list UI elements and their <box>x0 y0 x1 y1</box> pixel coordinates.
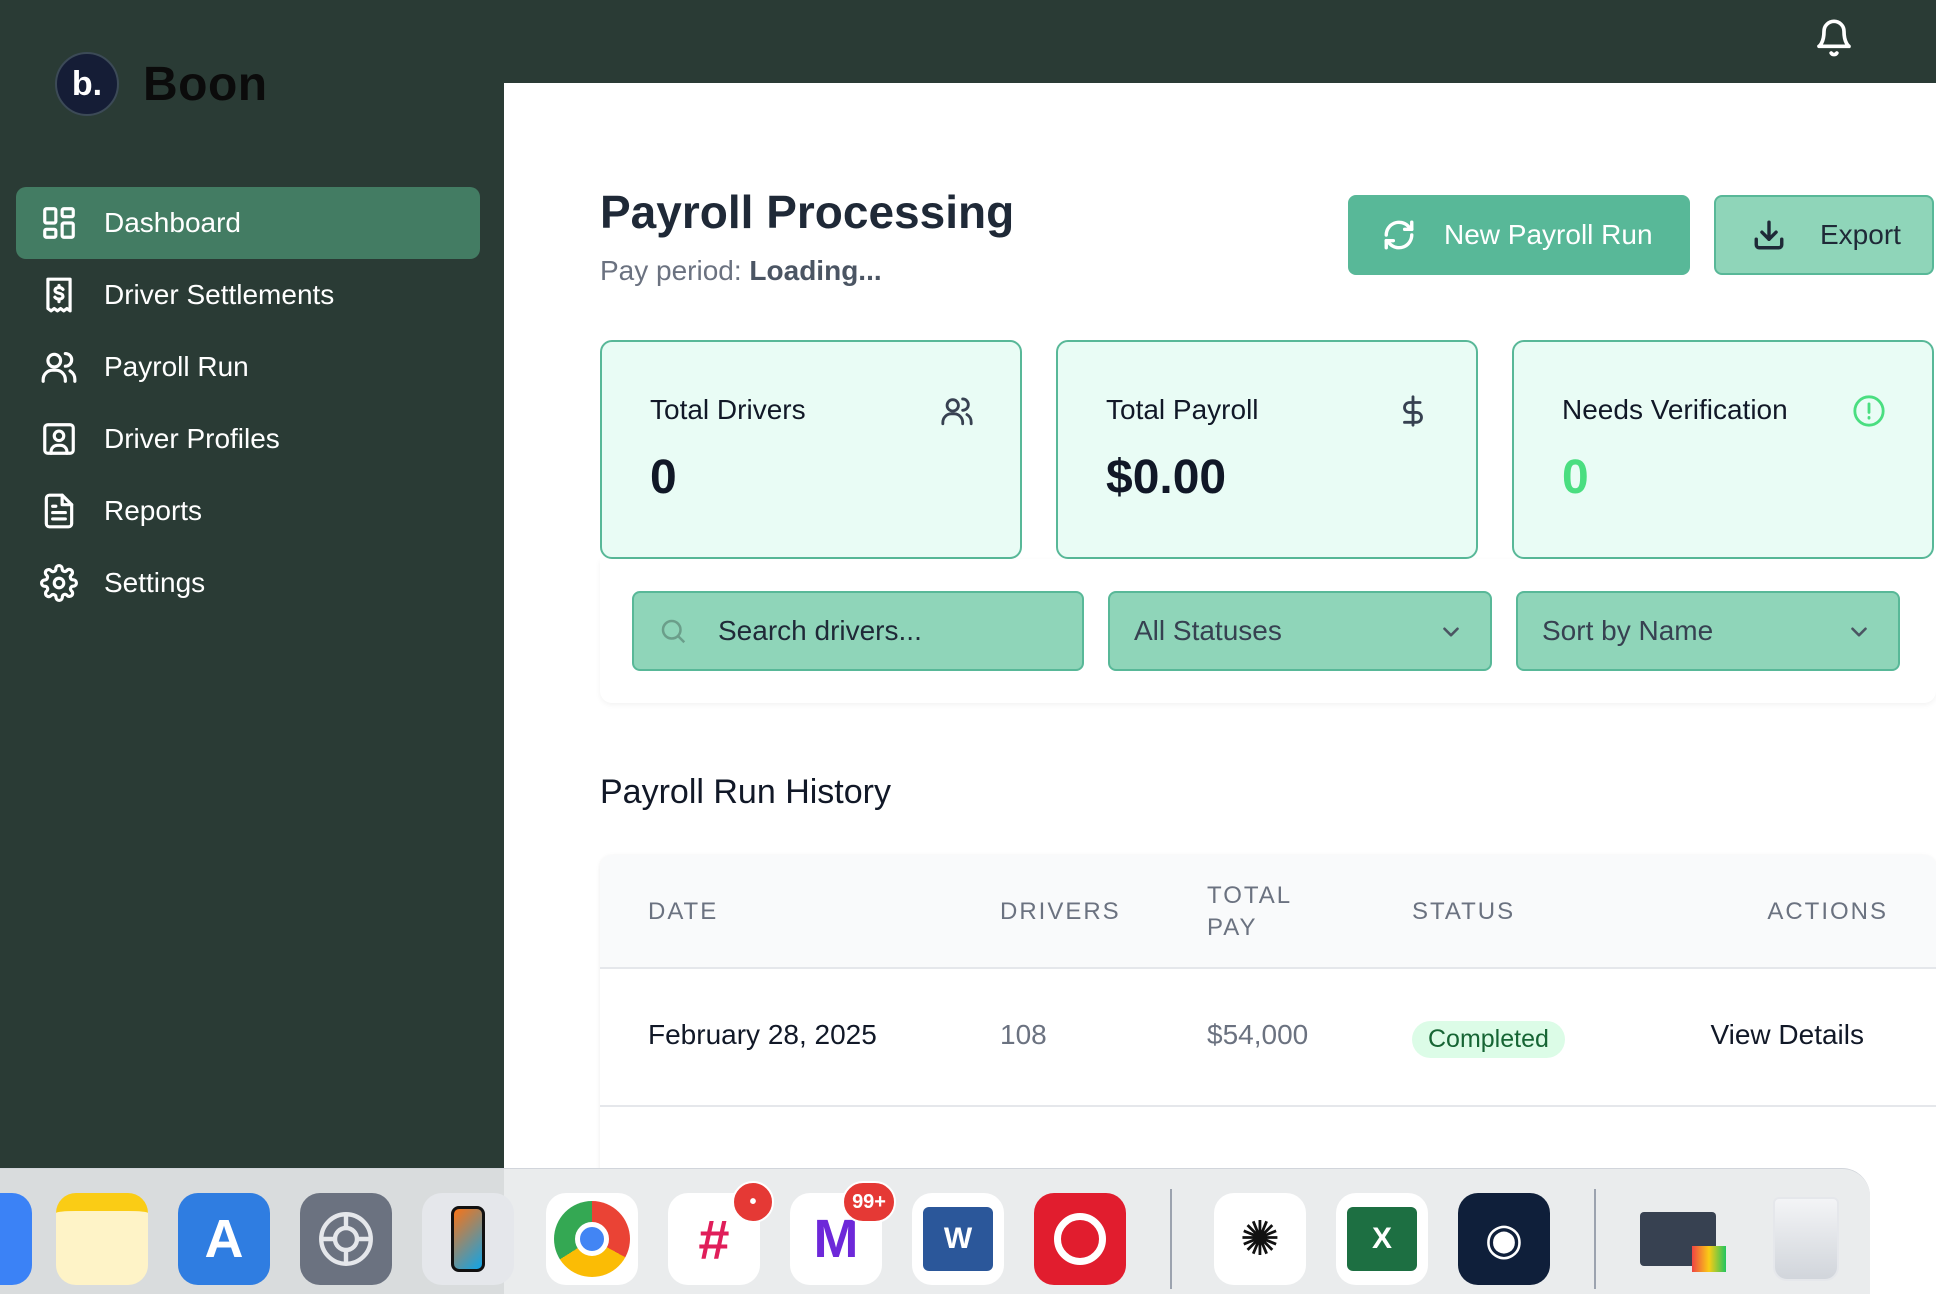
download-icon <box>1752 218 1820 252</box>
word-icon[interactable]: W <box>912 1193 1004 1285</box>
new-payroll-run-button[interactable]: New Payroll Run <box>1348 195 1690 275</box>
chevron-down-icon <box>1443 627 1459 637</box>
page-title: Payroll Processing <box>600 186 1015 238</box>
column-header-drivers: DRIVERS <box>1000 898 1121 925</box>
owl-app-icon[interactable]: ◉ <box>1458 1193 1550 1285</box>
dollar-icon <box>1396 394 1430 428</box>
table-header: DATE DRIVERS TOTAL PAY STATUS ACTIONS <box>600 855 1936 969</box>
sidebar-item-label: Driver Settlements <box>104 279 335 310</box>
brand[interactable]: b. Boon <box>55 52 268 116</box>
row-date: February 28, 2025 <box>648 1019 877 1050</box>
row-drivers: 108 <box>1000 1019 1047 1050</box>
sidebar-item-payroll-run[interactable]: Payroll Run <box>16 331 480 403</box>
card-label: Total Drivers <box>650 394 806 425</box>
total-payroll-card: Total Payroll $0.00 <box>1056 340 1478 559</box>
profile-card-icon <box>40 420 78 458</box>
chevron-down-icon <box>1851 627 1867 637</box>
dock-separator <box>1170 1189 1172 1289</box>
sidebar-item-label: Driver Profiles <box>104 423 280 454</box>
grid-icon <box>40 204 78 242</box>
export-label: Export <box>1820 219 1901 250</box>
table-row: February 28, 2025 108 $54,000 Completed … <box>600 969 1936 1107</box>
notes-icon[interactable] <box>56 1193 148 1285</box>
row-total-pay: $54,000 <box>1207 1019 1309 1050</box>
new-payroll-run-label: New Payroll Run <box>1444 219 1653 250</box>
mail-icon[interactable]: M 99+ <box>790 1181 896 1285</box>
sidebar-item-label: Dashboard <box>104 207 241 238</box>
bell-icon[interactable] <box>1814 18 1854 58</box>
partial-app-icon[interactable] <box>0 1193 32 1285</box>
section-title: Payroll Run History <box>600 773 891 811</box>
card-value: 0 <box>1562 451 1589 504</box>
sidebar-nav: Dashboard Driver Settlements Payroll Run… <box>16 187 480 619</box>
chrome-icon[interactable] <box>546 1193 638 1285</box>
pay-period-value: Loading... <box>749 255 882 286</box>
record-icon[interactable] <box>1034 1193 1126 1285</box>
status-badge: Completed <box>1412 1021 1565 1058</box>
sidebar: b. Boon Dashboard Driver Settlements Pay… <box>0 0 504 1294</box>
notification-badge: • <box>732 1181 774 1223</box>
filter-panel: Search drivers... All Statuses Sort by N… <box>600 559 1936 703</box>
sidebar-item-label: Settings <box>104 567 206 598</box>
column-header-date: DATE <box>648 898 719 925</box>
view-details-link[interactable]: View Details <box>1710 1019 1864 1051</box>
alert-circle-icon <box>1852 394 1886 428</box>
needs-verification-card: Needs Verification 0 <box>1512 340 1934 559</box>
refresh-icon <box>1382 218 1444 252</box>
sidebar-item-label: Payroll Run <box>104 351 249 382</box>
column-header-total-pay-line2: PAY <box>1207 914 1258 941</box>
pay-period: Pay period: Loading... <box>600 255 882 287</box>
brand-name: Boon <box>143 57 268 111</box>
top-bar <box>504 0 1936 83</box>
sidebar-item-driver-profiles[interactable]: Driver Profiles <box>16 403 480 475</box>
export-button[interactable]: Export <box>1714 195 1934 275</box>
sidebar-item-label: Reports <box>104 495 203 526</box>
card-label: Needs Verification <box>1562 394 1788 425</box>
sidebar-item-reports[interactable]: Reports <box>16 475 480 547</box>
column-header-status: STATUS <box>1412 898 1516 925</box>
column-header-total-pay: TOTAL PAY <box>1207 880 1292 944</box>
card-value: 0 <box>650 451 677 504</box>
sidebar-item-driver-settlements[interactable]: Driver Settlements <box>16 259 480 331</box>
users-icon <box>940 394 974 428</box>
search-input[interactable]: Search drivers... <box>632 591 1084 671</box>
trash-icon[interactable] <box>1760 1193 1852 1285</box>
notification-badge: 99+ <box>842 1181 896 1223</box>
sort-select[interactable]: Sort by Name <box>1516 591 1900 671</box>
sort-value: Sort by Name <box>1542 615 1714 646</box>
pdf-tool-icon[interactable] <box>1632 1193 1726 1285</box>
chatgpt-icon[interactable]: ✺ <box>1214 1193 1306 1285</box>
column-header-total-pay-line1: TOTAL <box>1207 882 1293 909</box>
users-icon <box>40 348 78 386</box>
sidebar-item-dashboard[interactable]: Dashboard <box>16 187 480 259</box>
excel-icon[interactable]: X <box>1336 1193 1428 1285</box>
gear-icon <box>40 564 78 602</box>
app-store-icon[interactable]: A <box>178 1193 270 1285</box>
pay-period-label: Pay period: <box>600 255 742 286</box>
brand-logo: b. <box>55 52 119 116</box>
total-drivers-card: Total Drivers 0 <box>600 340 1022 559</box>
document-icon <box>40 492 78 530</box>
status-filter-value: All Statuses <box>1134 615 1282 646</box>
receipt-dollar-icon <box>40 276 78 314</box>
search-placeholder: Search drivers... <box>718 615 922 646</box>
slack-icon[interactable]: # • <box>668 1181 774 1285</box>
dock-separator <box>1594 1189 1596 1289</box>
card-value: $0.00 <box>1106 451 1227 504</box>
iphone-mirroring-icon[interactable] <box>422 1193 514 1285</box>
system-settings-icon[interactable] <box>300 1193 392 1285</box>
card-label: Total Payroll <box>1106 394 1259 425</box>
search-icon <box>661 619 686 644</box>
status-filter-select[interactable]: All Statuses <box>1108 591 1492 671</box>
dock: A # • M 99+ W ✺ X ◉ <box>0 1168 1870 1294</box>
main-content: Payroll Processing Pay period: Loading..… <box>504 83 1936 1294</box>
sidebar-item-settings[interactable]: Settings <box>16 547 480 619</box>
column-header-actions: ACTIONS <box>1767 898 1888 925</box>
